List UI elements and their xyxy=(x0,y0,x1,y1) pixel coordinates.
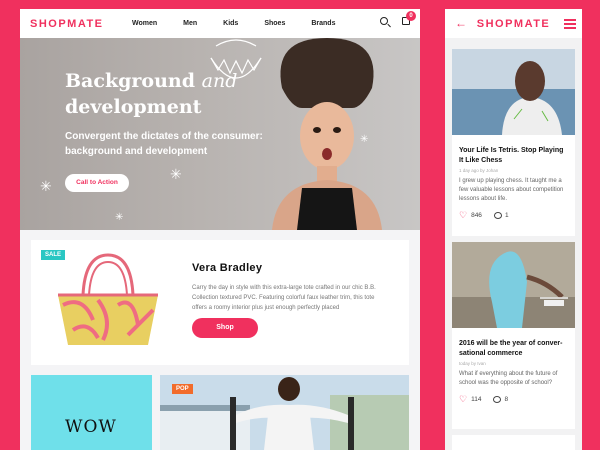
athlete-photo xyxy=(160,377,409,450)
hero-title: Background and development xyxy=(65,68,265,120)
back-arrow-icon[interactable]: ← xyxy=(455,17,467,29)
pop-badge: POP xyxy=(172,384,193,394)
hero-title-line1: Background xyxy=(65,70,195,92)
wow-promo-card[interactable]: WOW xyxy=(31,375,152,450)
heart-icon[interactable]: ♡ xyxy=(459,394,467,405)
mobile-logo[interactable]: SHOPMATE xyxy=(477,18,551,30)
hero-model-photo xyxy=(272,38,382,230)
comment-count: 8 xyxy=(504,396,509,403)
shop-button[interactable]: Shop xyxy=(192,318,258,338)
blog-post-card[interactable]: 2016 will be the year of conver-sational… xyxy=(452,242,575,429)
sparkle-icon: ✳ xyxy=(40,178,52,194)
post-stats: ♡ 114 8 xyxy=(452,388,575,405)
wow-title: WOW xyxy=(65,417,117,437)
post-title[interactable]: 2016 will be the year of conver-sational… xyxy=(452,333,575,359)
logo[interactable]: SHOPMATE xyxy=(30,18,104,30)
nav-kids[interactable]: Kids xyxy=(223,20,238,27)
post-image-drone xyxy=(452,242,575,328)
nav-women[interactable]: Women xyxy=(132,20,157,27)
product-description: Carry the day in style with this extra-l… xyxy=(192,285,376,311)
hero-title-line2: development xyxy=(65,96,202,118)
mobile-frame: ← SHOPMATE Your Life Is Tetris. Stop Pla… xyxy=(445,9,582,450)
sparkle-icon: ✳ xyxy=(115,212,124,223)
hero-title-italic: and xyxy=(201,70,238,92)
blog-post-card[interactable] xyxy=(452,435,575,450)
post-description: What if everything about the future of s… xyxy=(459,371,558,386)
post-meta: today by Ivan xyxy=(459,361,486,366)
heart-icon[interactable]: ♡ xyxy=(459,210,467,221)
like-count: 114 xyxy=(471,396,482,403)
nav-shoes[interactable]: Shoes xyxy=(264,20,285,27)
mobile-nav: ← SHOPMATE xyxy=(445,9,582,38)
like-count: 846 xyxy=(471,212,482,219)
top-nav: SHOPMATE Women Men Kids Shoes Brands 0 xyxy=(20,9,420,38)
post-title[interactable]: Your Life Is Tetris. Stop Playing It Lik… xyxy=(452,140,575,166)
hero-banner: Background and development Convergent th… xyxy=(20,38,420,230)
post-image-beach xyxy=(452,49,575,135)
comment-count: 1 xyxy=(504,212,509,219)
nav-links: Women Men Kids Shoes Brands xyxy=(132,9,361,38)
cart-count-badge: 0 xyxy=(406,11,416,21)
nav-brands[interactable]: Brands xyxy=(311,20,335,27)
blog-post-card[interactable]: Your Life Is Tetris. Stop Playing It Lik… xyxy=(452,49,575,236)
post-stats: ♡ 846 1 xyxy=(452,204,575,221)
desktop-frame: SHOPMATE Women Men Kids Shoes Brands 0 B… xyxy=(20,9,420,450)
post-meta: 1 day ago by Johan xyxy=(459,168,499,173)
hamburger-menu-icon[interactable] xyxy=(564,19,576,31)
comment-icon[interactable] xyxy=(493,212,502,219)
comment-icon[interactable] xyxy=(493,396,502,403)
search-icon[interactable] xyxy=(380,17,388,25)
pop-promo-card[interactable]: POP xyxy=(160,375,409,450)
call-to-action-button[interactable]: Call to Action xyxy=(65,174,129,192)
product-card: SALE Vera Bradley Carry the day in style… xyxy=(31,240,409,365)
nav-icons: 0 xyxy=(380,11,416,25)
shopping-bag-icon[interactable]: 0 xyxy=(402,11,416,25)
post-description: I grew up playing chess. It taught me a … xyxy=(459,178,564,202)
nav-men[interactable]: Men xyxy=(183,20,197,27)
product-title[interactable]: Vera Bradley xyxy=(192,262,262,274)
sparkle-icon: ✳ xyxy=(170,166,182,182)
product-tote-bag-image[interactable] xyxy=(53,250,163,350)
